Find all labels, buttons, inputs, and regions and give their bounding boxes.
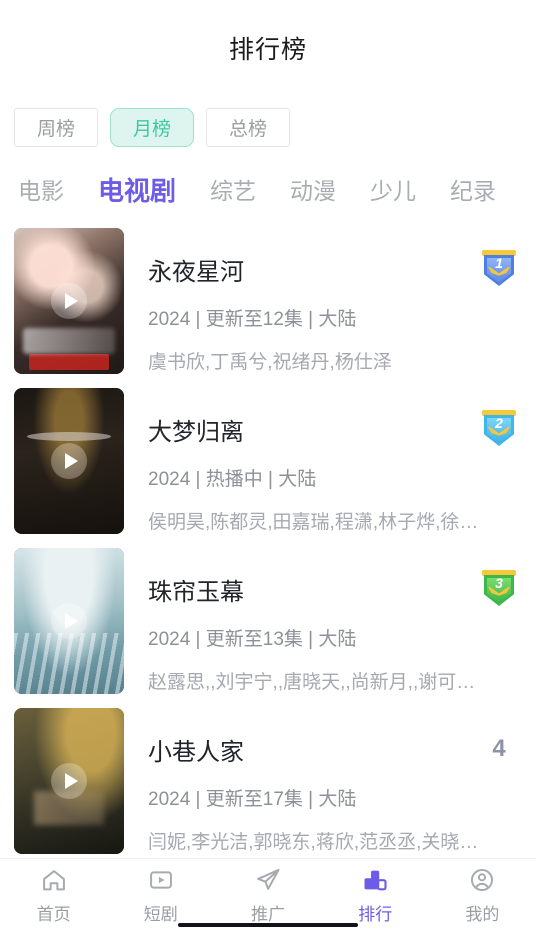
list-item[interactable]: 珠帘玉幕 3 2024 | 更新至13集 | 大陆 赵露思,,刘宇宁,,唐晓天,… — [0, 542, 536, 702]
ranking-bars-icon — [360, 865, 390, 895]
play-icon[interactable] — [51, 443, 87, 479]
play-icon[interactable] — [51, 603, 87, 639]
item-meta: 2024 | 更新至13集 | 大陆 — [148, 629, 357, 650]
tab-kids[interactable]: 少儿 — [370, 172, 416, 206]
page-title: 排行榜 — [228, 36, 307, 64]
rank-badge-number: 3 — [495, 575, 503, 591]
item-title: 大梦归离 — [148, 418, 244, 446]
item-info: 小巷人家 4 2024 | 更新至17集 | 大陆 闫妮,李光洁,郭晓东,蒋欣,… — [124, 708, 522, 854]
rank-badge-number: 1 — [495, 255, 503, 271]
period-filter: 周榜 月榜 总榜 — [0, 96, 536, 158]
poster-thumbnail[interactable] — [14, 548, 124, 694]
tab-promotion[interactable]: 推广 — [214, 865, 321, 925]
tab-home[interactable]: 首页 — [0, 865, 107, 925]
item-info: 永夜星河 1 2024 | 更新至12集 | 大陆 虞书欣,丁禹兮,祝绪丹,杨仕… — [124, 228, 522, 374]
item-meta: 2024 | 更新至17集 | 大陆 — [148, 789, 357, 810]
page-header: 排行榜 — [0, 0, 536, 96]
item-cast: 赵露思,,刘宇宁,,唐晓天,,尚新月,,谢可寅,,唐... — [148, 672, 488, 693]
item-info: 珠帘玉幕 3 2024 | 更新至13集 | 大陆 赵露思,,刘宇宁,,唐晓天,… — [124, 548, 522, 694]
bottom-navigation: 首页 短剧 推广 排行 我的 — [0, 858, 536, 930]
play-icon[interactable] — [51, 763, 87, 799]
period-pill-week[interactable]: 周榜 — [14, 107, 98, 147]
item-title: 永夜星河 — [148, 258, 244, 286]
tab-short-drama-label: 短剧 — [143, 904, 178, 924]
tab-anime[interactable]: 动漫 — [290, 172, 336, 206]
paper-plane-icon — [253, 865, 283, 895]
rank-badge-icon: 3 — [482, 570, 516, 608]
rank-indicator: 3 — [476, 570, 522, 608]
period-pill-month[interactable]: 月榜 — [110, 107, 194, 147]
category-tabs: 电影 电视剧 综艺 动漫 少儿 纪录 — [0, 158, 536, 220]
item-cast: 侯明昊,陈都灵,田嘉瑞,程潇,林子烨,徐振轩,... — [148, 512, 488, 533]
tab-ranking[interactable]: 排行 — [322, 865, 429, 925]
tab-promotion-label: 推广 — [251, 904, 285, 924]
item-title: 小巷人家 — [148, 738, 244, 766]
poster-thumbnail[interactable] — [14, 708, 124, 854]
list-item[interactable]: 永夜星河 1 2024 | 更新至12集 | 大陆 虞书欣,丁禹兮,祝绪丹,杨仕… — [0, 222, 536, 382]
tab-mine[interactable]: 我的 — [429, 865, 536, 925]
list-item[interactable]: 大梦归离 2 2024 | 热播中 | 大陆 侯明昊,陈都灵,田嘉瑞,程潇,林子… — [0, 382, 536, 542]
tab-movie[interactable]: 电影 — [18, 172, 64, 206]
rank-badge-number: 2 — [495, 415, 503, 431]
tab-ranking-label: 排行 — [358, 904, 393, 924]
video-icon — [146, 865, 176, 895]
tab-mine-label: 我的 — [465, 904, 500, 924]
home-icon — [39, 865, 69, 895]
tab-tv-series[interactable]: 电视剧 — [98, 171, 176, 208]
item-meta: 2024 | 更新至12集 | 大陆 — [148, 309, 357, 330]
poster-thumbnail[interactable] — [14, 388, 124, 534]
period-pill-all[interactable]: 总榜 — [206, 107, 290, 147]
tab-documentary[interactable]: 纪录 — [450, 172, 496, 206]
tab-short-drama[interactable]: 短剧 — [107, 865, 214, 925]
item-info: 大梦归离 2 2024 | 热播中 | 大陆 侯明昊,陈都灵,田嘉瑞,程潇,林子… — [124, 388, 522, 534]
person-icon — [467, 865, 497, 895]
play-icon[interactable] — [51, 283, 87, 319]
item-meta: 2024 | 热播中 | 大陆 — [148, 469, 317, 490]
item-cast: 虞书欣,丁禹兮,祝绪丹,杨仕泽 — [148, 352, 392, 373]
list-item[interactable]: 小巷人家 4 2024 | 更新至17集 | 大陆 闫妮,李光洁,郭晓东,蒋欣,… — [0, 702, 536, 858]
rank-badge-icon: 1 — [482, 250, 516, 288]
rank-indicator: 4 — [476, 730, 522, 768]
rank-badge-icon: 2 — [482, 410, 516, 448]
poster-thumbnail[interactable] — [14, 228, 124, 374]
ranking-list: 永夜星河 1 2024 | 更新至12集 | 大陆 虞书欣,丁禹兮,祝绪丹,杨仕… — [0, 220, 536, 858]
rank-indicator: 2 — [476, 410, 522, 448]
item-title: 珠帘玉幕 — [148, 578, 244, 606]
tab-home-label: 首页 — [36, 904, 71, 924]
rank-indicator: 1 — [476, 250, 522, 288]
tab-variety[interactable]: 综艺 — [210, 172, 256, 206]
home-indicator — [178, 923, 358, 927]
rank-number: 4 — [492, 735, 506, 762]
item-cast: 闫妮,李光洁,郭晓东,蒋欣,范丞丞,关晓彤,王... — [148, 832, 488, 853]
ranking-screen: 排行榜 周榜 月榜 总榜 电影 电视剧 综艺 动漫 少儿 纪录 永夜星河 1 2… — [0, 0, 536, 930]
